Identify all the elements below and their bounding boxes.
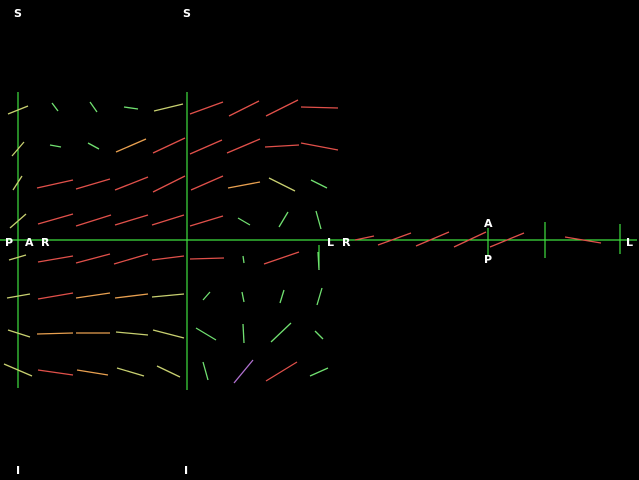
fiber-glyph (87, 142, 100, 150)
fiber-glyph (263, 251, 300, 265)
fiber-glyph (309, 367, 329, 377)
axis-label-posterior-view2: P (484, 253, 493, 266)
fiber-glyph (123, 106, 139, 110)
top-label-superior-left: S (14, 7, 22, 20)
fiber-glyph (152, 329, 185, 339)
fiber-glyph (228, 100, 260, 117)
orientation-viewer[interactable]: S S I I P A R L R A P L (0, 0, 639, 480)
fiber-glyph (89, 101, 98, 113)
fiber-glyph (49, 144, 62, 148)
fiber-glyph (189, 257, 225, 260)
fiber-glyph (75, 253, 111, 264)
axis-label-anterior: A (25, 236, 34, 249)
fiber-glyph (115, 331, 149, 336)
fiber-glyph (189, 139, 223, 155)
fiber-glyph (153, 103, 184, 112)
fiber-glyph (37, 255, 74, 263)
fiber-glyph (242, 323, 245, 344)
fiber-glyph (152, 137, 186, 154)
fiber-glyph (241, 291, 245, 303)
fiber-glyph (114, 176, 149, 191)
fiber-glyph (152, 175, 186, 193)
fiber-glyph (75, 292, 111, 299)
fiber-glyph (151, 214, 185, 226)
bottom-label-inferior-left: I (16, 464, 21, 477)
fiber-glyph (36, 179, 74, 189)
fiber-glyph (113, 253, 149, 265)
fiber-glyph (415, 231, 450, 247)
fiber-glyph (156, 365, 181, 378)
fiber-glyph (310, 179, 328, 189)
fiber-glyph (37, 213, 74, 225)
fiber-glyph (265, 99, 299, 117)
top-label-superior-right: S (183, 7, 191, 20)
fiber-glyph (75, 214, 112, 227)
fiber-glyph (115, 138, 147, 153)
fiber-glyph (202, 291, 211, 301)
fiber-glyph (7, 329, 31, 338)
axis-label-left: L (327, 236, 335, 249)
axis-label-left-view2: L (626, 236, 634, 249)
fiber-glyph (315, 210, 322, 230)
fiber-glyph (36, 332, 74, 335)
fiber-glyph (242, 255, 245, 264)
fiber-glyph-canvas (0, 92, 637, 390)
fiber-glyph (37, 369, 74, 376)
fiber-glyph (190, 175, 224, 191)
fiber-glyph (37, 292, 74, 300)
fiber-glyph (270, 322, 292, 343)
fiber-glyph (189, 101, 224, 115)
fiber-glyph (189, 215, 224, 227)
bottom-label-inferior-right: I (184, 464, 189, 477)
fiber-glyph (76, 369, 109, 376)
axis-label-right: R (41, 236, 50, 249)
fiber-glyph (116, 367, 145, 377)
fiber-glyph (195, 327, 217, 341)
fiber-glyph (202, 361, 209, 381)
fiber-glyph (377, 232, 412, 246)
fiber-glyph (268, 177, 296, 192)
fiber-glyph (233, 359, 254, 384)
fiber-glyph (151, 255, 185, 261)
fiber-glyph (75, 178, 111, 190)
fiber-glyph (151, 293, 185, 298)
fiber-glyph (300, 106, 339, 109)
fiber-glyph (316, 287, 323, 306)
fiber-glyph (265, 361, 298, 382)
fiber-glyph (114, 293, 149, 299)
fiber-glyph (114, 214, 149, 226)
fiber-glyph (314, 330, 324, 340)
fiber-glyph (237, 217, 251, 226)
fiber-glyph (300, 142, 339, 151)
axis-label-posterior: P (5, 236, 14, 249)
fiber-glyph (264, 144, 300, 148)
axis-label-right-view2: R (342, 236, 351, 249)
fiber-glyph (278, 211, 289, 228)
axis-label-anterior-view2: A (484, 217, 493, 230)
fiber-glyph (226, 138, 261, 154)
fiber-glyph (279, 289, 285, 304)
fiber-glyph (227, 181, 261, 189)
fiber-glyph (51, 102, 59, 112)
